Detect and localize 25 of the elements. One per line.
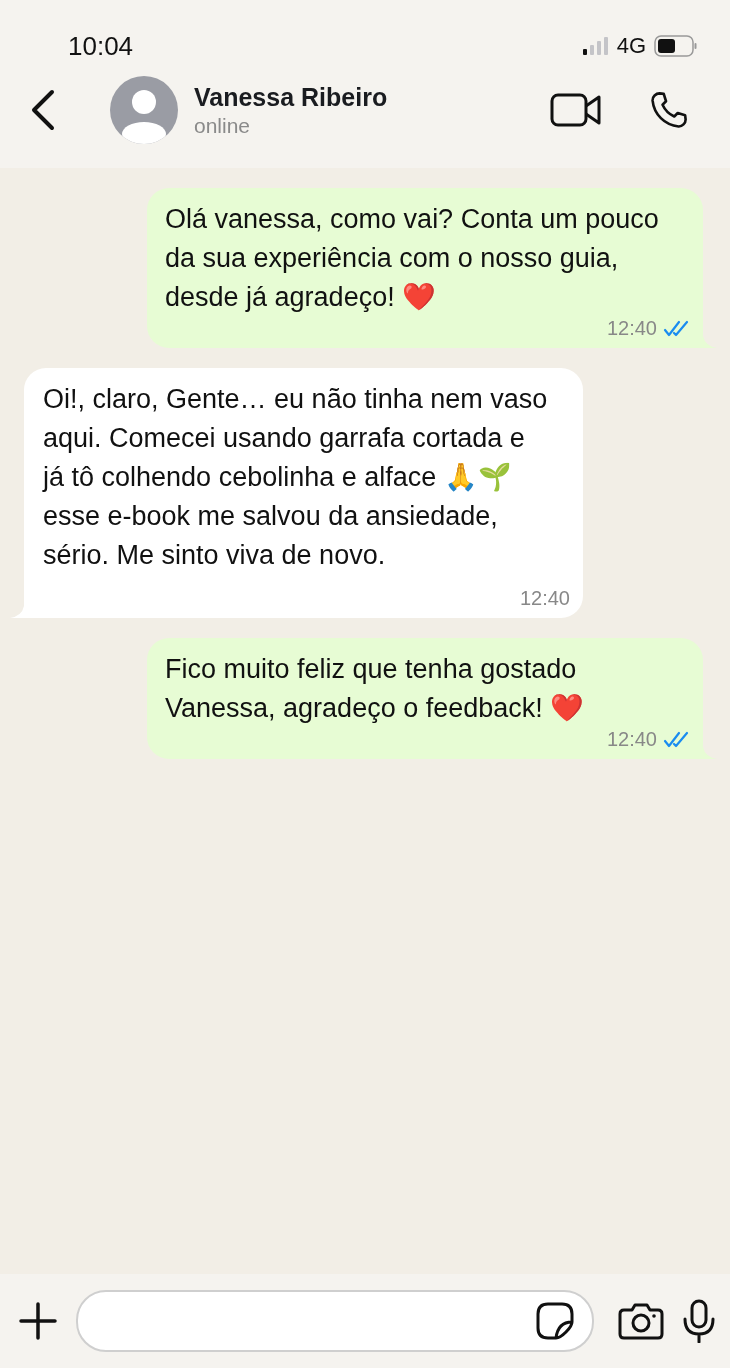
avatar-icon[interactable] [110, 76, 178, 144]
battery-icon [654, 35, 698, 57]
network-label: 4G [616, 33, 646, 59]
camera-icon[interactable] [618, 1301, 664, 1341]
signal-icon [582, 36, 609, 56]
message-time: 12:40 [519, 587, 570, 610]
message-bubble[interactable]: Oi!, claro, Gente… eu não tinha nem vaso aqui. Comecei usando garrafa cortada e já tô colhendo cebolinha e alface 🙏🌱 esse e-book me salvou da ansiedade, sério. Me sinto viva de novo. 12:40 [24, 368, 583, 618]
contact-name[interactable]: Vanessa Ribeiro [194, 82, 550, 112]
message-text: Fico muito feliz que tenha gostado Vanessa, agradeço o feedback! ❤ [165, 653, 586, 725]
status-time: 10:04 [68, 30, 134, 62]
contact-status: online [194, 113, 252, 138]
plus-icon[interactable] [18, 1301, 58, 1341]
phone-icon[interactable] [648, 89, 690, 131]
message-time: 12:40 [606, 728, 657, 751]
back-icon[interactable] [30, 89, 56, 131]
message-time: 12:40 [606, 317, 657, 340]
message-bubble[interactable]: Fico muito feliz que tenha gostado Vanessa, agradeço o feedback! ❤ 12:40 [147, 638, 703, 759]
message-text: Olá vanessa, como vai? Conta um pouco da sua experiência com o nosso guia, desde já agradeço! ❤ [165, 203, 660, 314]
message-bubble[interactable]: Olá vanessa, como vai? Conta um pouco da sua experiência com o nosso guia, desde já agradeço! ❤ 12:40 [147, 188, 703, 348]
video-call-icon[interactable] [550, 92, 602, 128]
message-input-field[interactable] [76, 1290, 594, 1352]
microphone-icon[interactable] [682, 1299, 716, 1343]
sticker-icon[interactable] [536, 1302, 574, 1340]
bubble-tail [10, 606, 24, 618]
message-text: Oi!, claro, Gente… eu não tinha nem vaso aqui. Comecei usando garrafa cortada e já tô colhendo cebolinha e alface 🙏🌱 esse e-book me salvou da ansiedade, sério. Me sinto viva de novo. [43, 383, 548, 572]
